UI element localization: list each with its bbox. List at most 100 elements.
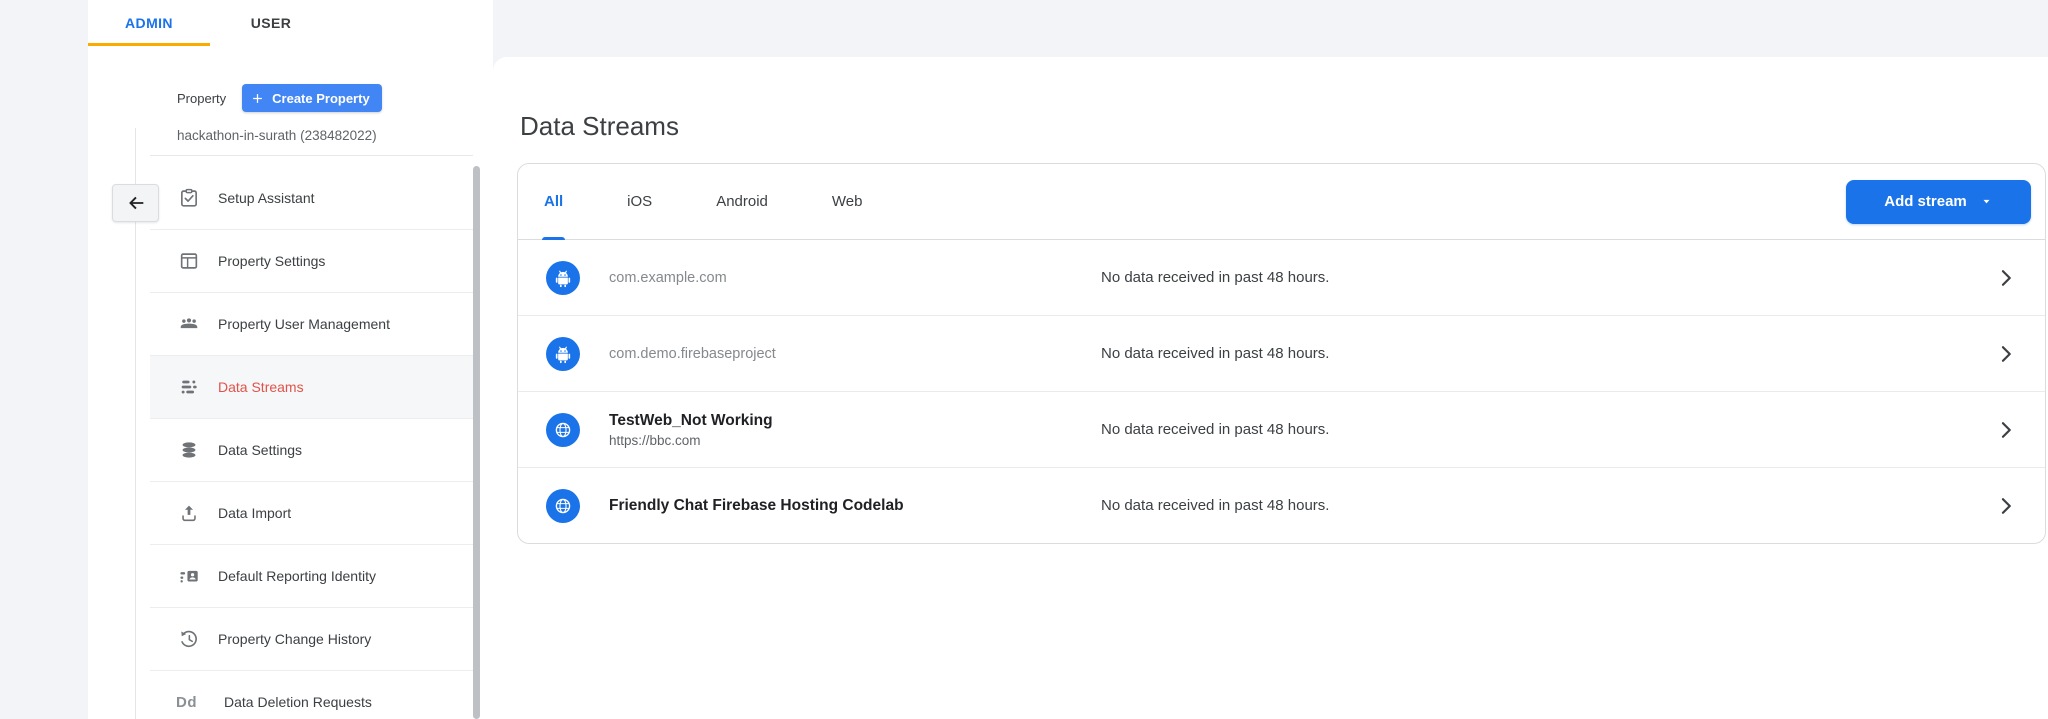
property-column-label: Property [177,91,226,106]
identity-icon [178,565,200,587]
stream-tab-label: Web [832,193,863,210]
sidebar-item-label: Data Import [218,505,291,521]
stream-tab-android[interactable]: Android [684,164,800,239]
create-property-label: Create Property [272,91,370,106]
stream-name: TestWeb_Not Working [609,412,1101,430]
sidebar-menu: Setup Assistant Property Settings Property… [150,167,473,719]
web-glyph [552,495,574,517]
stream-name: Friendly Chat Firebase Hosting Codelab [609,497,1101,515]
stream-name-column: com.example.com [609,270,1101,286]
sidebar-item-label: Data Settings [218,442,302,458]
sidebar-item-data-import[interactable]: Data Import [150,482,473,545]
back-arrow-icon [125,192,147,214]
chevron-right-glyph [1995,267,2017,289]
create-property-button[interactable]: Create Property [242,84,382,112]
stream-type-tabs: All iOS Android Web [512,164,894,239]
page-title: Data Streams [520,110,2048,142]
property-column-panel: ADMIN USER Property Create Property hacka… [88,0,493,719]
dd-text-icon: Dd [176,694,206,711]
top-tab-user[interactable]: USER [210,0,332,46]
chevron-right-icon[interactable] [1995,495,2017,517]
stream-row[interactable]: com.example.comNo data received in past … [518,240,2045,316]
upload-icon [178,502,200,524]
sidebar-item-label: Setup Assistant [218,190,315,206]
stream-name: com.example.com [609,270,1101,286]
data-streams-icon-glyph [178,376,200,398]
property-settings-icon [178,250,200,272]
data-streams-card: All iOS Android Web Add stream com.example.… [517,163,2046,544]
data-streams-icon [178,376,200,398]
property-settings-icon-glyph [178,250,200,272]
plus-icon [250,91,265,106]
property-header-divider [150,155,473,156]
sidebar-item-label: Default Reporting Identity [218,568,376,584]
sidebar-item-property-change-history[interactable]: Property Change History [150,608,473,671]
stream-row[interactable]: TestWeb_Not Working https://bbc.comNo dat… [518,392,2045,468]
android-stream-icon [546,337,580,371]
stream-status: No data received in past 48 hours. [1101,345,1995,362]
people-icon-glyph [178,313,200,335]
top-tab-label: USER [251,15,292,31]
android-stream-icon [546,261,580,295]
identity-icon-glyph [178,565,200,587]
database-icon [178,439,200,461]
admin-page: ADMIN USER Property Create Property hacka… [0,0,2048,719]
stream-name-column: com.demo.firebaseproject [609,346,1101,362]
add-stream-label: Add stream [1884,193,1967,210]
chevron-right-icon[interactable] [1995,343,2017,365]
stream-tab-label: Android [716,193,768,210]
property-header: Property Create Property [177,84,493,112]
sidebar-item-property-user-management[interactable]: Property User Management [150,293,473,356]
admin-user-tabs: ADMIN USER [88,0,493,46]
sidebar-item-label: Property User Management [218,316,390,332]
chevron-right-glyph [1995,419,2017,441]
stream-url: https://bbc.com [609,433,1101,448]
top-tab-label: ADMIN [125,15,173,31]
sidebar-item-label: Data Streams [218,379,304,395]
sidebar-item-label: Data Deletion Requests [224,694,372,710]
sidebar-item-setup-assistant[interactable]: Setup Assistant [150,167,473,230]
sidebar-item-default-reporting-identity[interactable]: Default Reporting Identity [150,545,473,608]
sidebar-item-data-deletion-requests[interactable]: Dd Data Deletion Requests [150,671,473,719]
web-stream-icon [546,489,580,523]
chevron-right-glyph [1995,495,2017,517]
stream-row[interactable]: Friendly Chat Firebase Hosting CodelabNo… [518,468,2045,543]
sidebar-item-data-streams[interactable]: Data Streams [150,356,473,419]
card-header: All iOS Android Web Add stream [518,164,2045,240]
android-glyph [552,343,574,365]
caret-down-icon [1980,195,1993,208]
people-icon [178,313,200,335]
sidebar-scrollbar[interactable] [473,166,480,719]
stream-name-column: TestWeb_Not Working https://bbc.com [609,412,1101,448]
stream-row[interactable]: com.demo.firebaseprojectNo data received… [518,316,2045,392]
database-icon-glyph [178,439,200,461]
selected-property-name: hackathon-in-surath (238482022) [177,128,493,143]
upload-icon-glyph [178,502,200,524]
web-glyph [552,419,574,441]
stream-tab-label: iOS [627,193,652,210]
stream-tab-web[interactable]: Web [800,164,895,239]
setup-assistant-icon-glyph [178,187,200,209]
stream-tab-label: All [544,193,563,210]
stream-name-column: Friendly Chat Firebase Hosting Codelab [609,497,1101,515]
sidebar-item-property-settings[interactable]: Property Settings [150,230,473,293]
history-icon-glyph [178,628,200,650]
stream-tab-ios[interactable]: iOS [595,164,684,239]
add-stream-button[interactable]: Add stream [1846,180,2031,224]
stream-status: No data received in past 48 hours. [1101,269,1995,286]
chevron-right-icon[interactable] [1995,267,2017,289]
main-content-panel: Data Streams All iOS Android Web Add stream… [493,57,2048,719]
chevron-right-icon[interactable] [1995,419,2017,441]
sidebar-item-label: Property Settings [218,253,325,269]
top-tab-admin[interactable]: ADMIN [88,0,210,46]
collapse-column-button[interactable] [112,184,159,222]
stream-list: com.example.comNo data received in past … [518,240,2045,543]
android-glyph [552,267,574,289]
history-icon [178,628,200,650]
stream-status: No data received in past 48 hours. [1101,497,1995,514]
sidebar-item-data-settings[interactable]: Data Settings [150,419,473,482]
stream-status: No data received in past 48 hours. [1101,421,1995,438]
chevron-right-glyph [1995,343,2017,365]
setup-assistant-icon [178,187,200,209]
stream-tab-all[interactable]: All [512,164,595,239]
